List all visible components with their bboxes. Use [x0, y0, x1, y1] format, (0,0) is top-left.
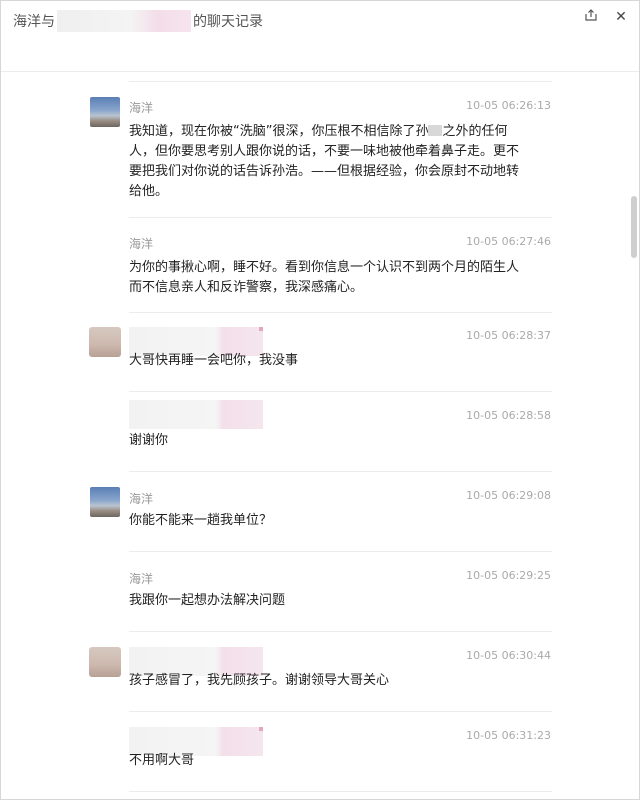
- message-time: 10-05 06:26:13: [466, 99, 551, 112]
- redacted-sender-name: [129, 400, 263, 429]
- sender-name: 海洋: [129, 101, 154, 115]
- divider: [129, 391, 552, 392]
- message-text: 不用啊大哥: [129, 753, 195, 768]
- avatar[interactable]: [89, 647, 121, 677]
- redaction-mask: [428, 125, 443, 136]
- divider: [129, 711, 552, 712]
- message-list[interactable]: 海洋 10-05 06:26:13 我知道，现在你被“洗脑”很深，你压根不相信除…: [1, 72, 639, 799]
- window-title: 海洋与 的聊天记录: [13, 10, 263, 32]
- scrollbar[interactable]: [629, 72, 639, 799]
- scrollbar-thumb[interactable]: [631, 196, 637, 258]
- message-time: 10-05 06:27:46: [466, 235, 551, 248]
- divider: [129, 471, 552, 472]
- message-text: 我跟你一起想办法解决问题: [129, 593, 286, 608]
- message-time: 10-05 06:30:44: [466, 649, 551, 662]
- message-text: 大哥快再睡一会吧你，我没事: [129, 353, 299, 368]
- title-prefix: 海洋与: [13, 14, 55, 30]
- chat-history-window: 海洋与 的聊天记录 ✕ 海洋 10-05 06:26:13 我知道，现在你被“洗…: [0, 0, 640, 800]
- divider: [129, 631, 552, 632]
- sender-name: 海洋: [129, 572, 154, 586]
- title-bar: 海洋与 的聊天记录 ✕: [1, 1, 639, 72]
- message-text-part: 我知道，现在你被“洗脑”很深，你压根不相信除了孙: [129, 124, 429, 139]
- sender-name: 海洋: [129, 237, 154, 251]
- avatar[interactable]: [90, 97, 120, 127]
- avatar[interactable]: [89, 327, 121, 357]
- message-time: 10-05 06:29:25: [466, 569, 551, 582]
- divider: [129, 312, 552, 313]
- message-text: 谢谢你: [129, 433, 169, 448]
- message-text: 你能不能来一趟我单位？: [129, 513, 273, 528]
- avatar[interactable]: [90, 487, 120, 517]
- share-icon[interactable]: [583, 9, 599, 25]
- divider: [129, 217, 552, 218]
- message-time: 10-05 06:28:37: [466, 329, 551, 342]
- divider: [129, 551, 552, 552]
- message-text: 为你的事揪心啊，睡不好。看到你信息一个认识不到两个月的陌生人而不信息亲人和反诈警…: [129, 260, 520, 295]
- message-text: 我知道，现在你被“洗脑”很深，你压根不相信除了孙 之外的任何人，但你要思考别人跟你…: [129, 122, 529, 202]
- title-suffix: 的聊天记录: [193, 14, 263, 30]
- message-time: 10-05 06:28:58: [466, 409, 551, 422]
- sender-name: 海洋: [129, 492, 154, 506]
- message-text: 孩子感冒了，我先顾孩子。谢谢领导大哥关心: [129, 673, 390, 688]
- divider: [129, 791, 552, 792]
- redacted-contact-name: [57, 10, 191, 32]
- divider: [129, 81, 552, 82]
- message-time: 10-05 06:29:08: [466, 489, 551, 502]
- message-time: 10-05 06:31:23: [466, 729, 551, 742]
- close-icon[interactable]: ✕: [613, 9, 629, 25]
